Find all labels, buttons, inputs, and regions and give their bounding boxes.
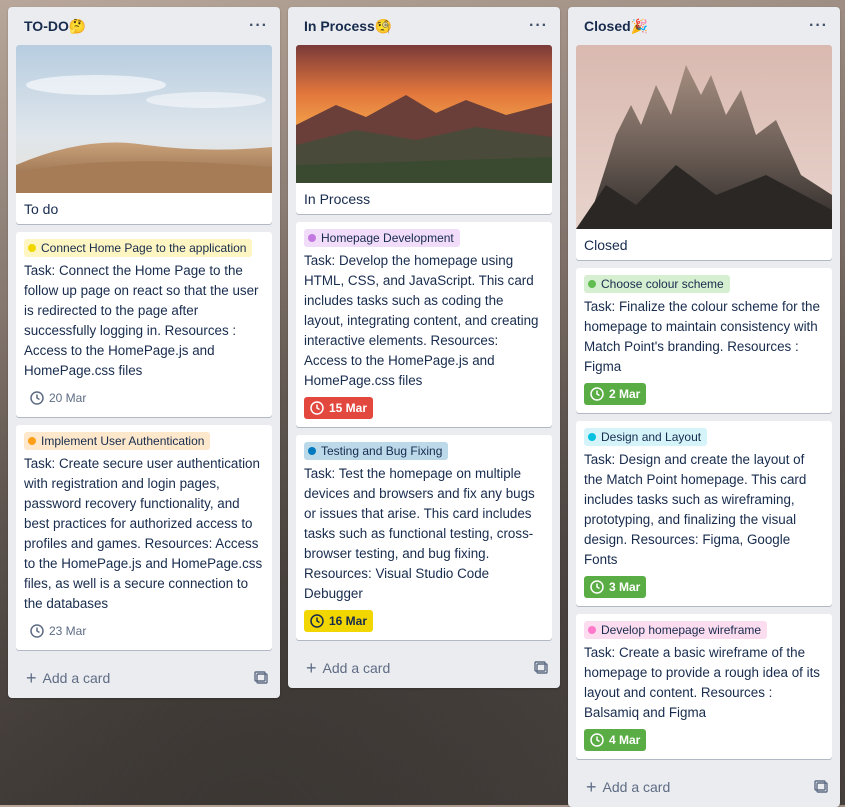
due-date-text: 2 Mar: [609, 387, 641, 401]
label-dot: [588, 626, 596, 634]
add-card-button[interactable]: + Add a card: [26, 669, 110, 687]
template-icon[interactable]: [254, 671, 268, 685]
card-label: Choose colour scheme: [584, 275, 730, 293]
card-description: Task: Test the homepage on multiple devi…: [304, 466, 535, 601]
clock-icon: [30, 391, 44, 405]
clock-icon: [310, 614, 324, 628]
cover-card-title: To do: [24, 201, 59, 217]
label-dot: [308, 234, 316, 242]
task-card[interactable]: Homepage Development Task: Develop the h…: [296, 222, 552, 427]
clock-icon: [30, 624, 44, 638]
label-text: Choose colour scheme: [601, 277, 724, 291]
due-date-text: 3 Mar: [609, 580, 641, 594]
due-date-text: 4 Mar: [609, 733, 641, 747]
card-description: Task: Create a basic wireframe of the ho…: [584, 645, 820, 720]
label-dot: [28, 244, 36, 252]
add-card-label: Add a card: [42, 670, 111, 686]
list-header: In Process🧐 ···: [288, 7, 560, 45]
list-header: TO-DO🤔 ···: [8, 7, 280, 45]
add-card-button[interactable]: + Add a card: [586, 778, 670, 796]
cover-card[interactable]: In Process: [296, 45, 552, 214]
due-date-text: 15 Mar: [329, 401, 368, 415]
due-date-badge[interactable]: 15 Mar: [304, 397, 374, 419]
add-card-label: Add a card: [322, 660, 391, 676]
desert-cover-image: [16, 45, 272, 193]
label-dot: [588, 433, 596, 441]
add-card-button[interactable]: + Add a card: [306, 659, 390, 677]
label-dot: [588, 280, 596, 288]
task-card[interactable]: Implement User Authentication Task: Crea…: [16, 425, 272, 650]
task-card[interactable]: Develop homepage wireframe Task: Create …: [576, 614, 832, 759]
due-date-text: 16 Mar: [329, 614, 368, 628]
label-text: Connect Home Page to the application: [41, 241, 247, 255]
list-title[interactable]: In Process🧐: [304, 18, 392, 35]
task-card[interactable]: Testing and Bug Fixing Task: Test the ho…: [296, 435, 552, 640]
cover-card-title: Closed: [584, 237, 628, 253]
plus-icon: +: [306, 658, 317, 678]
list-in-process: In Process🧐 ··· In Process Homepage Deve…: [288, 7, 560, 688]
task-card[interactable]: Design and Layout Task: Design and creat…: [576, 421, 832, 606]
sunset-mountains-cover-image: [296, 45, 552, 183]
clock-icon: [590, 733, 604, 747]
clock-icon: [310, 401, 324, 415]
plus-icon: +: [26, 668, 37, 688]
clock-icon: [590, 387, 604, 401]
cover-card[interactable]: To do: [16, 45, 272, 224]
label-dot: [28, 437, 36, 445]
due-date-badge[interactable]: 4 Mar: [584, 729, 647, 751]
label-text: Homepage Development: [321, 231, 454, 245]
card-label: Testing and Bug Fixing: [304, 442, 449, 460]
card-description: Task: Finalize the colour scheme for the…: [584, 299, 820, 374]
list-menu-icon[interactable]: ···: [249, 17, 268, 35]
template-icon[interactable]: [534, 661, 548, 675]
card-description: Task: Design and create the layout of th…: [584, 452, 807, 567]
label-text: Develop homepage wireframe: [601, 623, 762, 637]
card-description: Task: Develop the homepage using HTML, C…: [304, 253, 539, 388]
label-text: Implement User Authentication: [41, 434, 205, 448]
due-date-badge[interactable]: 20 Mar: [24, 387, 92, 409]
list-menu-icon[interactable]: ···: [529, 17, 548, 35]
card-label: Develop homepage wireframe: [584, 621, 768, 639]
list-closed: Closed🎉 ··· Closed Choose colour scheme …: [568, 7, 840, 807]
card-label: Homepage Development: [304, 229, 460, 247]
plus-icon: +: [586, 777, 597, 797]
list-title[interactable]: Closed🎉: [584, 18, 648, 35]
cover-card-title: In Process: [304, 191, 371, 207]
label-text: Design and Layout: [601, 430, 702, 444]
due-date-text: 20 Mar: [49, 391, 87, 405]
clock-icon: [590, 580, 604, 594]
card-label: Implement User Authentication: [24, 432, 211, 450]
task-card[interactable]: Connect Home Page to the application Tas…: [16, 232, 272, 417]
label-dot: [308, 447, 316, 455]
due-date-badge[interactable]: 23 Mar: [24, 620, 92, 642]
list-todo: TO-DO🤔 ··· To do Connect Home Page to th…: [8, 7, 280, 698]
card-description: Task: Create secure user authentication …: [24, 456, 263, 611]
task-card[interactable]: Choose colour scheme Task: Finalize the …: [576, 268, 832, 413]
due-date-text: 23 Mar: [49, 624, 87, 638]
list-header: Closed🎉 ···: [568, 7, 840, 45]
due-date-badge[interactable]: 16 Mar: [304, 610, 374, 632]
card-description: Task: Connect the Home Page to the follo…: [24, 263, 259, 378]
due-date-badge[interactable]: 2 Mar: [584, 383, 647, 405]
rocky-peaks-cover-image: [576, 45, 832, 229]
due-date-badge[interactable]: 3 Mar: [584, 576, 647, 598]
cover-card[interactable]: Closed: [576, 45, 832, 260]
card-label: Design and Layout: [584, 428, 708, 446]
card-label: Connect Home Page to the application: [24, 239, 253, 257]
label-text: Testing and Bug Fixing: [321, 444, 443, 458]
list-menu-icon[interactable]: ···: [809, 17, 828, 35]
list-title[interactable]: TO-DO🤔: [24, 18, 86, 35]
add-card-label: Add a card: [602, 779, 671, 795]
template-icon[interactable]: [814, 780, 828, 794]
